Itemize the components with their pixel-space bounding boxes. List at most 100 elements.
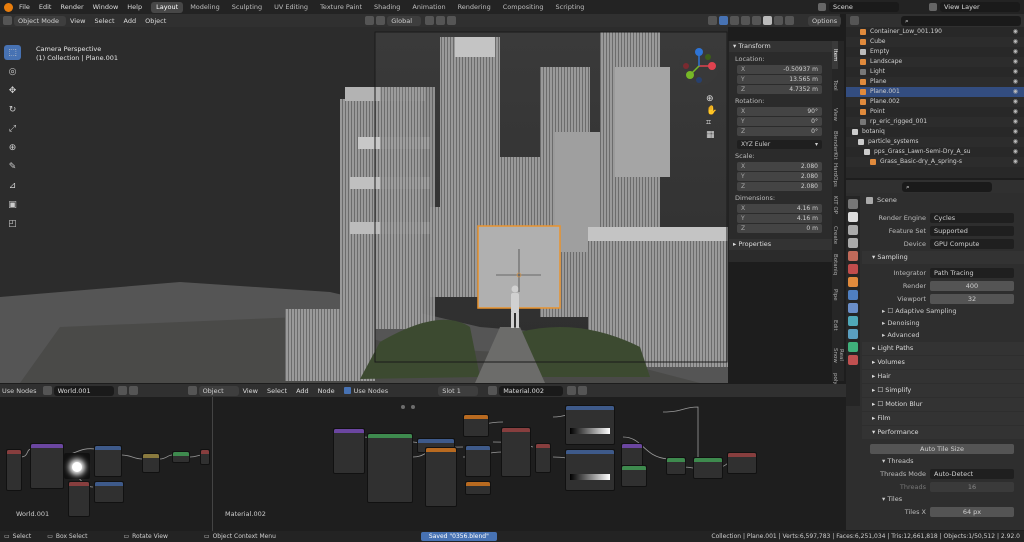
transform-tool-icon[interactable]: ⊕ bbox=[4, 140, 21, 155]
simplify-panel-header[interactable]: ▸ ☐ Simplify bbox=[862, 384, 1024, 397]
visibility-eye-icon[interactable]: ◉ bbox=[1013, 87, 1018, 97]
volumes-panel-header[interactable]: ▸ Volumes bbox=[862, 356, 1024, 369]
shading-rendered-icon[interactable] bbox=[785, 16, 795, 25]
device-select[interactable]: GPU Compute bbox=[930, 238, 1014, 249]
visibility-eye-icon[interactable]: ◉ bbox=[1013, 107, 1018, 117]
scene-field[interactable]: Scene bbox=[829, 2, 899, 12]
integrator-select[interactable]: Path Tracing bbox=[930, 267, 1014, 278]
annotate-tool-icon[interactable]: ✎ bbox=[4, 159, 21, 174]
visibility-eye-icon[interactable]: ◉ bbox=[1013, 57, 1018, 67]
pan-hand-icon[interactable]: ✋ bbox=[706, 105, 717, 117]
view-layer-icon[interactable] bbox=[929, 3, 937, 11]
properties-panel-header[interactable]: ▸ Properties bbox=[729, 239, 832, 250]
outliner-item[interactable]: Plane ◉ bbox=[846, 77, 1024, 87]
ntab-blenderkit[interactable]: BlenderKit bbox=[832, 131, 838, 160]
world-node-sky[interactable] bbox=[64, 453, 90, 479]
modifier-props-icon[interactable] bbox=[848, 290, 858, 300]
ntab-create[interactable]: Create bbox=[832, 221, 838, 249]
material-fake-user-icon[interactable] bbox=[578, 386, 588, 395]
material-node-5[interactable] bbox=[463, 414, 489, 437]
world-datablock-field[interactable]: World.001 bbox=[53, 385, 114, 396]
visibility-eye-icon[interactable]: ◉ bbox=[1013, 37, 1018, 47]
light-paths-panel-header[interactable]: ▸ Light Paths bbox=[862, 342, 1024, 355]
outliner-item[interactable]: Plane.001 ◉ bbox=[846, 87, 1024, 97]
pivot-icon[interactable] bbox=[365, 16, 375, 25]
scale-x-field[interactable]: X 2.080 bbox=[737, 162, 822, 171]
ntab-botaniq[interactable]: Botaniq bbox=[832, 251, 838, 279]
world-node-7[interactable] bbox=[68, 481, 90, 517]
render-samples-field[interactable]: 400 bbox=[930, 280, 1014, 291]
shader-type-select[interactable]: Object bbox=[198, 385, 239, 396]
material-node-11[interactable] bbox=[621, 465, 647, 487]
editor-type-icon[interactable] bbox=[3, 16, 12, 25]
material-node-8[interactable] bbox=[501, 427, 531, 477]
world-icon[interactable] bbox=[42, 386, 52, 395]
world-node-8[interactable] bbox=[94, 481, 124, 503]
proportional-edit-icon[interactable] bbox=[425, 16, 435, 25]
outliner-item[interactable]: Landscape ◉ bbox=[846, 57, 1024, 67]
vp-menu-add[interactable]: Add bbox=[124, 17, 137, 25]
material-node-color-ramp-1[interactable] bbox=[565, 405, 615, 445]
editor-type-node-icon[interactable] bbox=[187, 386, 197, 395]
performance-panel-header[interactable]: ▾ Performance bbox=[862, 426, 1024, 439]
location-z-field[interactable]: Z 4.7352 m bbox=[737, 85, 822, 94]
visibility-icon[interactable] bbox=[708, 16, 718, 25]
camera-view-icon[interactable]: ⌗ bbox=[706, 117, 717, 129]
outliner-item[interactable]: Container_Low_001.190 ◉ bbox=[846, 27, 1024, 37]
gizmo-icon[interactable] bbox=[719, 16, 729, 25]
select-tool-icon[interactable]: ⬚ bbox=[4, 45, 21, 60]
material-node-4[interactable] bbox=[425, 447, 457, 507]
scene-props-icon[interactable] bbox=[848, 251, 858, 261]
outliner-search-input[interactable]: ⌕ bbox=[901, 15, 1021, 26]
ne-menu-node[interactable]: Node bbox=[318, 387, 335, 395]
xray-icon[interactable] bbox=[741, 16, 751, 25]
dimensions-x-field[interactable]: X 4.16 m bbox=[737, 204, 822, 213]
ntab-real-snow[interactable]: Real Snow bbox=[832, 341, 844, 369]
cursor-tool-icon[interactable]: ◎ bbox=[4, 64, 21, 79]
extra-tool-icon[interactable]: ◰ bbox=[4, 216, 21, 231]
3d-viewport[interactable]: Camera Perspective (1) Collection | Plan… bbox=[0, 27, 728, 383]
render-props-icon[interactable] bbox=[848, 212, 858, 222]
material-node-editor[interactable]: Material.002 bbox=[213, 397, 846, 531]
world-props-icon[interactable] bbox=[848, 264, 858, 274]
outliner-item[interactable]: Plane.002 ◉ bbox=[846, 97, 1024, 107]
mode-selector[interactable]: Object Mode bbox=[14, 15, 66, 26]
output-props-icon[interactable] bbox=[848, 225, 858, 235]
snap-icon[interactable] bbox=[376, 16, 386, 25]
visibility-eye-icon[interactable]: ◉ bbox=[1013, 127, 1018, 137]
world-node-1[interactable] bbox=[6, 449, 22, 491]
vp-menu-select[interactable]: Select bbox=[94, 17, 114, 25]
transform-panel-header[interactable]: ▾ Transform bbox=[729, 41, 832, 52]
world-node-2[interactable] bbox=[30, 443, 64, 489]
overlay-icon[interactable] bbox=[730, 16, 740, 25]
material-node-6[interactable] bbox=[465, 445, 491, 477]
scale-y-field[interactable]: Y 2.080 bbox=[737, 172, 822, 181]
constraints-props-icon[interactable] bbox=[848, 329, 858, 339]
shading-solid-icon[interactable] bbox=[763, 16, 773, 25]
outliner-item[interactable]: Cube ◉ bbox=[846, 37, 1024, 47]
outliner-item[interactable]: particle_systems ◉ bbox=[846, 137, 1024, 147]
visibility-eye-icon[interactable]: ◉ bbox=[1013, 117, 1018, 127]
ntab-tool[interactable]: Tool bbox=[832, 71, 838, 99]
add-cube-tool-icon[interactable]: ▣ bbox=[4, 197, 21, 212]
view-layer-field[interactable]: View Layer bbox=[940, 2, 1020, 12]
rotation-y-field[interactable]: Y 0° bbox=[737, 117, 822, 126]
visibility-eye-icon[interactable]: ◉ bbox=[1013, 47, 1018, 57]
measure-tool-icon[interactable]: ⊿ bbox=[4, 178, 21, 193]
shading-material-icon[interactable] bbox=[774, 16, 784, 25]
threads-subpanel[interactable]: ▾ Threads bbox=[862, 455, 1024, 467]
outliner-item[interactable]: Grass_Basic-dry_A_spring-s ◉ bbox=[846, 157, 1024, 167]
outliner-item[interactable]: Empty ◉ bbox=[846, 47, 1024, 57]
zoom-icon[interactable]: ⊕ bbox=[706, 93, 717, 105]
motion-blur-panel-header[interactable]: ▸ ☐ Motion Blur bbox=[862, 398, 1024, 411]
feature-set-select[interactable]: Supported bbox=[930, 225, 1014, 236]
tab-layout[interactable]: Layout bbox=[151, 1, 184, 13]
tab-compositing[interactable]: Compositing bbox=[498, 2, 549, 13]
ne-menu-add[interactable]: Add bbox=[296, 387, 309, 395]
outliner-item[interactable]: botaniq ◉ bbox=[846, 127, 1024, 137]
menu-file[interactable]: File bbox=[19, 3, 30, 11]
rotation-z-field[interactable]: Z 0° bbox=[737, 127, 822, 136]
tab-shading[interactable]: Shading bbox=[369, 2, 405, 13]
view-layer-props-icon[interactable] bbox=[848, 238, 858, 248]
rotation-mode-select[interactable]: XYZ Euler ▾ bbox=[737, 140, 822, 149]
